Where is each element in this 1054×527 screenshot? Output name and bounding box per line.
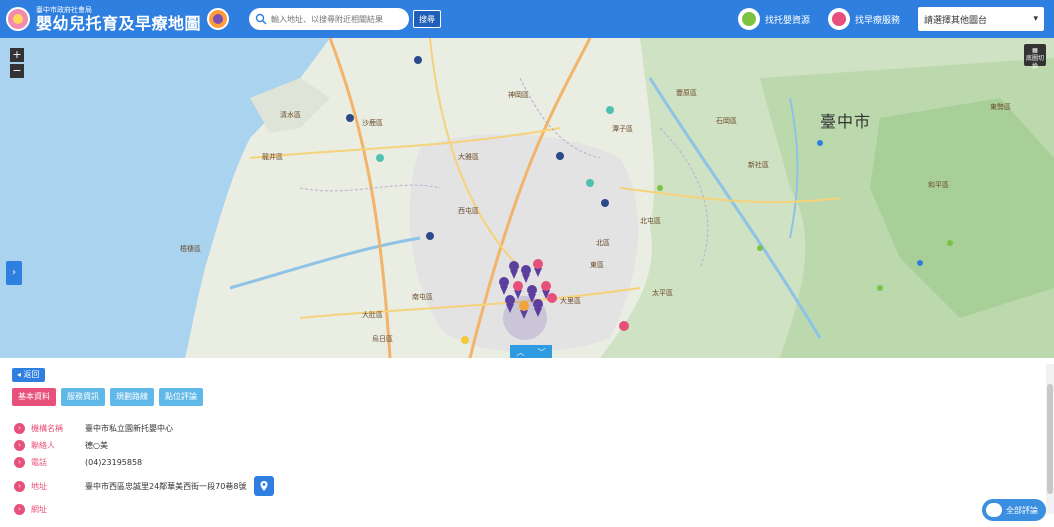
tab-comments[interactable]: 點位評論 [159, 388, 203, 406]
info-row-website: › 網址 [14, 501, 274, 518]
chevron-up-icon[interactable]: ︿ [517, 347, 525, 358]
early-intervention-icon [827, 8, 850, 30]
city-label: 臺中市 [820, 112, 872, 131]
arrow-icon: › [14, 423, 25, 434]
layers-icon: ▦ [1032, 47, 1038, 54]
find-early-intervention-label: 找早療服務 [854, 15, 900, 26]
info-row-contact: › 聯絡人 德○美 [14, 437, 274, 454]
search-button[interactable]: 搜尋 [413, 10, 442, 28]
all-comments-button[interactable]: 全部評論 [982, 499, 1046, 521]
map-label: 南屯區 [412, 293, 433, 301]
map-label: 潭子區 [612, 125, 633, 133]
info-value: (04)23195858 [85, 458, 143, 467]
childcare-icon [737, 8, 760, 30]
map-label: 和平區 [928, 181, 949, 189]
map-label: 北區 [596, 239, 610, 247]
brand[interactable]: 臺中市政府社會局 嬰幼兒托育及早療地圖 [6, 2, 233, 36]
map-label: 沙鹿區 [362, 119, 383, 127]
map-label: 清水區 [280, 111, 301, 119]
zoom-in-button[interactable]: + [10, 48, 24, 62]
info-value: 臺中市西區忠誠里24鄰華美西街一段70巷8號 [85, 481, 247, 491]
arrow-icon: › [14, 504, 25, 515]
info-row-name: › 機構名稱 臺中市私立園新托嬰中心 [14, 420, 274, 437]
info-value: 臺中市私立園新托嬰中心 [85, 424, 173, 433]
region-select-value: 請選擇其他圖台 [924, 15, 988, 26]
tab-route-planning[interactable]: 規劃路線 [110, 388, 154, 406]
arrow-icon: › [14, 457, 25, 468]
map-label: 大雅區 [458, 153, 479, 161]
find-childcare-label: 找托嬰資源 [764, 15, 810, 26]
sidebar-expand-button[interactable]: › [6, 261, 22, 285]
map-label: 新社區 [748, 161, 769, 169]
detail-panel: ◂ 返回 基本資料 服務資訊 規劃路線 點位評論 › 機構名稱 臺中市私立園新托… [0, 358, 1054, 527]
zoom-out-button[interactable]: − [10, 64, 24, 78]
basemap-switch-button[interactable]: ▦ 底圖切換 [1024, 44, 1046, 70]
info-row-address: › 地址 臺中市西區忠誠里24鄰華美西街一段70巷8號 [14, 471, 275, 501]
map-label: 大里區 [560, 297, 581, 305]
tab-basic-info[interactable]: 基本資料 [12, 388, 56, 406]
mascot-icon [205, 5, 233, 33]
map-base-layer [0, 38, 1054, 358]
find-early-intervention-link[interactable]: 找早療服務 [827, 8, 900, 30]
map-label: 北屯區 [640, 217, 661, 225]
map-label: 梧棲區 [180, 245, 201, 253]
search-box [249, 8, 410, 30]
info-label: 聯絡人 [31, 441, 55, 450]
navigate-button[interactable] [254, 476, 275, 496]
search-bar: 搜尋 [249, 8, 442, 30]
tab-service-info[interactable]: 服務資訊 [61, 388, 105, 406]
map-label: 大肚區 [362, 311, 383, 319]
zoom-control: + − [10, 48, 24, 80]
brand-title: 嬰幼兒托育及早療地圖 [36, 13, 202, 33]
map-label: 龍井區 [262, 153, 283, 161]
map-label: 烏日區 [372, 335, 393, 343]
info-value: 德○美 [85, 441, 108, 450]
brand-subtitle: 臺中市政府社會局 [36, 5, 92, 14]
search-input[interactable] [271, 10, 402, 28]
back-button[interactable]: ◂ 返回 [12, 368, 45, 382]
top-header: 臺中市政府社會局 嬰幼兒托育及早療地圖 搜尋 找托嬰資源 找早療服務 請選擇其他… [0, 0, 1054, 38]
chevron-down-icon[interactable]: ﹀ [538, 347, 546, 358]
city-logo-icon [6, 7, 30, 31]
detail-tabs: 基本資料 服務資訊 規劃路線 點位評論 [12, 388, 208, 406]
map-label: 太平區 [652, 289, 673, 297]
info-list: › 機構名稱 臺中市私立園新托嬰中心 › 聯絡人 德○美 › 電話 (04)23… [14, 420, 275, 518]
info-row-phone: › 電話 (04)23195858 [14, 454, 274, 471]
info-label: 電話 [31, 458, 47, 467]
arrow-icon: › [14, 480, 25, 492]
chevron-down-icon: ▾ [1033, 14, 1038, 24]
info-label: 網址 [31, 505, 47, 514]
map-label: 豐原區 [676, 89, 697, 97]
info-label: 機構名稱 [31, 424, 63, 433]
map-label: 東區 [590, 261, 604, 269]
arrow-icon: › [14, 440, 25, 451]
region-select[interactable]: 請選擇其他圖台 ▾ [918, 7, 1044, 31]
search-icon [255, 13, 267, 25]
info-label: 地址 [31, 481, 47, 491]
all-comments-label: 全部評論 [1006, 505, 1038, 515]
map-label: 神岡區 [508, 91, 529, 99]
chat-icon [986, 503, 1002, 517]
map-view[interactable]: 清水區 沙鹿區 神岡區 潭子區 大雅區 西屯區 北屯區 龍井區 大肚區 南屯區 … [0, 38, 1054, 358]
panel-collapse-bar[interactable]: ︿ ﹀ [510, 345, 552, 358]
find-childcare-link[interactable]: 找托嬰資源 [737, 8, 810, 30]
scrollbar-thumb[interactable] [1047, 384, 1053, 494]
map-label: 西屯區 [458, 207, 479, 215]
panel-scrollbar[interactable] [1046, 364, 1054, 514]
map-label: 石岡區 [716, 117, 737, 125]
map-pin-icon [260, 481, 268, 491]
map-label: 東勢區 [990, 103, 1011, 111]
